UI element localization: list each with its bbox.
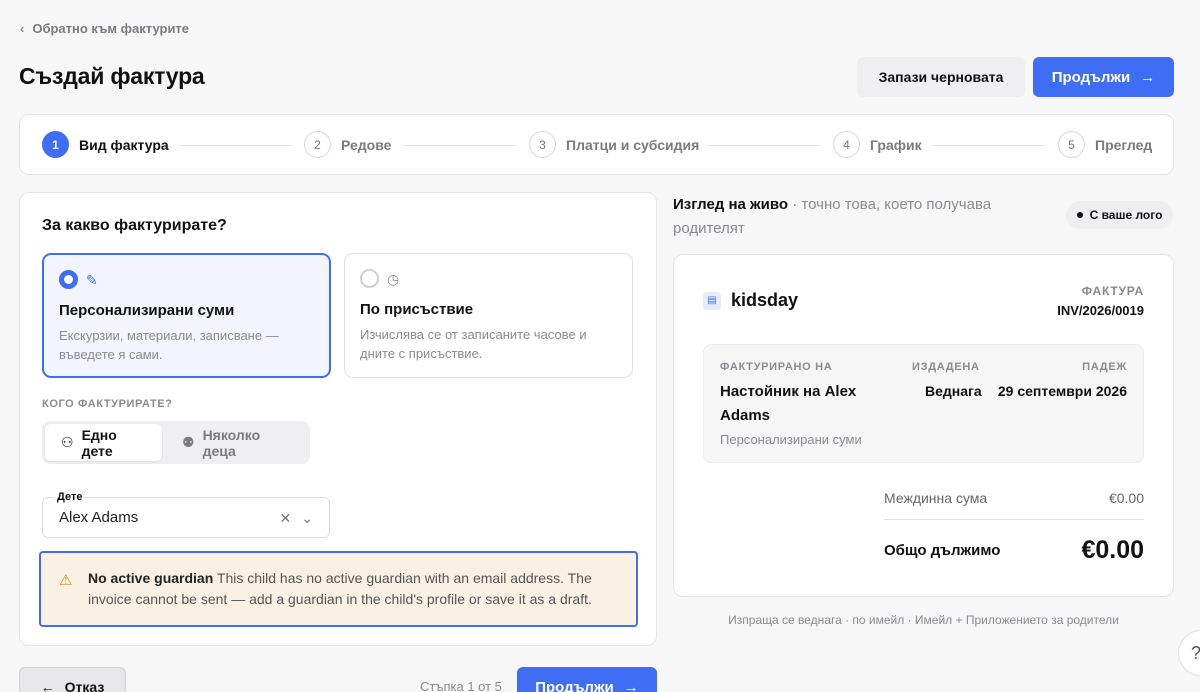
divider [884,519,1144,520]
option-description: Изчислява се от записаните часове и днит… [360,327,587,361]
segment-one-child[interactable]: ⚇ Едно дете [45,424,162,461]
subtotal-label: Междинна сума [884,490,988,506]
step-connector [932,145,1046,146]
no-guardian-warning: ⚠ No active guardian This child has no a… [39,551,638,627]
radio-unselected[interactable] [360,269,379,288]
step-number: 2 [304,131,331,158]
save-draft-button[interactable]: Запази черновата [857,57,1025,97]
step-1[interactable]: 1 Вид фактура [42,131,169,158]
total-value: €0.00 [1081,536,1144,564]
help-button[interactable]: ? [1178,630,1200,676]
document-icon: ▤ [703,291,721,310]
issued-label: ИЗДАДЕНА [912,361,980,373]
continue-label: Продължи [1051,68,1131,86]
child-field-label: Дете [55,491,85,503]
continue-button-bottom[interactable]: Продължи → [517,667,657,692]
chevron-left-icon: ‹ [20,21,25,36]
due-value: 29 септември 2026 [997,383,1127,399]
due-label: ПАДЕЖ [1082,361,1127,373]
invoice-number: INV/2026/0019 [1057,303,1144,318]
pencil-icon: ✎ [86,271,98,288]
clock-history-icon: ◷ [387,270,400,287]
brand-name: kidsday [731,290,799,310]
back-link-label: Обратно към фактурите [32,21,190,36]
step-number: 1 [42,131,69,158]
segment-label: Едно дете [81,426,117,459]
step-count: Стъпка 1 от 5 [420,679,502,692]
continue-label: Продължи [535,678,614,692]
logo-badge: С ваше лого [1066,201,1173,229]
warning-title: No active guardian [88,570,214,586]
step-number: 5 [1058,131,1085,158]
option-custom-amounts[interactable]: ✎ Персонализирани суми Екскурзии, матери… [42,253,331,378]
step-3[interactable]: 3 Платци и субсидия [529,131,699,158]
total-label: Общо дължимо [884,542,1001,559]
cancel-label: Отказ [64,679,105,692]
option-title: По присъствие [360,301,474,318]
arrow-right-icon: → [623,678,639,692]
people-icon: ⚉ [182,434,195,450]
dot-icon [1076,212,1083,218]
step-number: 4 [833,131,860,158]
step-connector [706,145,820,146]
help-icon: ? [1191,643,1200,664]
option-title: Персонализирани суми [59,302,235,319]
who-label: КОГО ФАКТУРИРАТЕ? [42,398,173,410]
live-preview-title: Изглед на живо · точно това, което получ… [673,193,1053,241]
delivery-note: Изпраща се веднага · по имейл · Имейл + … [728,613,1119,627]
page-title: Създай фактура [19,63,205,89]
step-5[interactable]: 5 Преглед [1058,131,1152,158]
step-label: Вид фактура [79,136,169,153]
segment-multiple-children[interactable]: ⚉ Няколко деца [166,424,306,461]
billed-to-label: ФАКТУРИРАНО НА [720,361,833,373]
billed-to-name: Настойник на Alex Adams [720,383,857,424]
back-to-invoices-link[interactable]: ‹ Обратно към фактурите [20,21,189,36]
form-heading: За какво фактурирате? [42,217,227,234]
billing-target-toggle: ⚇ Едно дете ⚉ Няколко деца [42,421,310,464]
total-row: Общо дължимо €0.00 [884,536,1144,565]
arrow-right-icon: → [1140,68,1156,86]
issued-value: Веднага [925,383,982,399]
stepper: 1 Вид фактура 2 Редове 3 Платци и субсид… [19,114,1174,175]
step-label: График [870,136,922,153]
preview-title-bold: Изглед на живо [673,196,789,213]
billed-to-sub: Персонализирани суми [720,432,862,447]
step-label: Платци и субсидия [566,136,700,153]
child-select-value: Alex Adams [59,509,139,526]
billing-details: ФАКТУРИРАНО НА Настойник на Alex Adams П… [703,344,1144,463]
logo-badge-label: С ваше лого [1089,208,1163,222]
invoice-kind: ФАКТУРА [1081,284,1144,298]
option-description: Екскурзии, материали, записване — въведе… [59,328,279,362]
option-by-attendance[interactable]: ◷ По присъствие Изчислява се от записани… [344,253,633,378]
step-connector [402,145,516,146]
subtotal-value: €0.00 [1108,490,1144,506]
warning-icon: ⚠ [59,572,73,589]
step-4[interactable]: 4 График [833,131,922,158]
person-icon: ⚇ [61,434,74,450]
continue-button-top[interactable]: Продължи → [1033,57,1174,97]
step-connector [178,145,292,146]
brand: ▤ kidsday [703,290,798,311]
step-number: 3 [529,131,556,158]
step-2[interactable]: 2 Редове [304,131,391,158]
arrow-left-icon: ← [40,679,55,692]
subtotal-row: Междинна сума €0.00 [884,490,1144,506]
segment-label: Няколко деца [202,426,261,459]
cancel-button[interactable]: ← Отказ [19,667,126,692]
step-label: Редове [341,136,392,153]
step-label: Преглед [1095,136,1153,153]
radio-selected[interactable] [59,270,78,289]
chevron-down-icon[interactable]: ⌄ [301,510,313,527]
child-select[interactable]: Alex Adams ✕ ⌄ [42,497,330,538]
clear-icon[interactable]: ✕ [280,510,292,527]
